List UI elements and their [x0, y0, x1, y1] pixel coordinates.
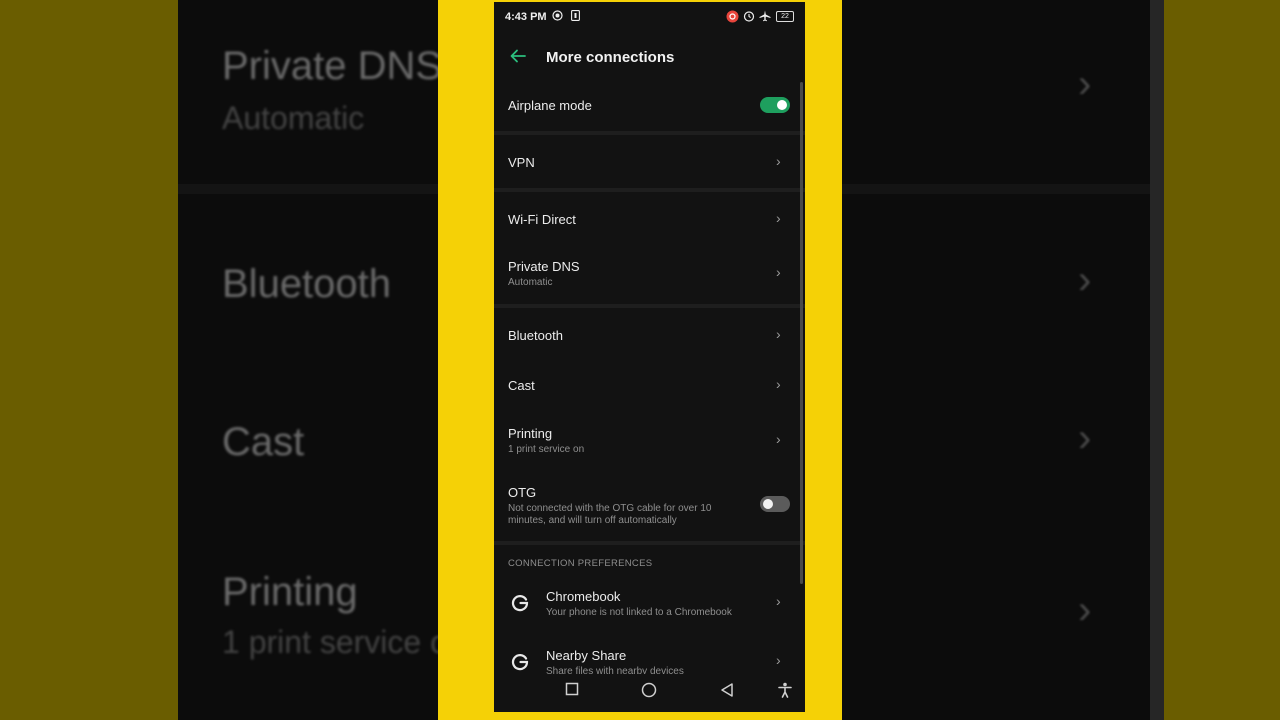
- google-g-icon: [510, 592, 530, 612]
- chevron-right-icon: ›: [776, 652, 781, 668]
- recents-square-icon[interactable]: [565, 682, 579, 701]
- vpn-row[interactable]: VPN ›: [494, 135, 805, 188]
- chevron-right-icon: ›: [776, 210, 781, 226]
- back-arrow-icon[interactable]: [508, 46, 528, 72]
- background-chevron-icon: ›: [1078, 258, 1092, 302]
- airplane-mode-label: Airplane mode: [508, 98, 592, 113]
- airplane-icon: [759, 10, 771, 25]
- chevron-right-icon: ›: [776, 326, 781, 342]
- vpn-label: VPN: [508, 155, 535, 170]
- connection-preferences-header: CONNECTION PREFERENCES: [508, 558, 653, 569]
- scrollbar[interactable]: [800, 82, 803, 584]
- wifi-direct-label: Wi-Fi Direct: [508, 212, 576, 227]
- background-chevron-icon: ›: [1078, 62, 1092, 106]
- wifi-direct-row[interactable]: Wi-Fi Direct ›: [494, 192, 805, 242]
- chevron-right-icon: ›: [776, 593, 781, 609]
- cast-label: Cast: [508, 378, 535, 393]
- phone-screen: 4:43 PM 22 More connections Airplane mod…: [494, 2, 805, 712]
- background-private-dns: Private DNS: [222, 44, 443, 88]
- otg-row[interactable]: OTG Not connected with the OTG cable for…: [494, 470, 805, 540]
- background-printing: Printing: [222, 570, 358, 614]
- cast-row[interactable]: Cast ›: [494, 360, 805, 410]
- chromebook-row[interactable]: Chromebook Your phone is not linked to a…: [494, 577, 805, 629]
- status-bar: 4:43 PM 22: [494, 2, 805, 32]
- recording-indicator-icon: [726, 10, 739, 26]
- nearby-share-label: Nearby Share: [546, 648, 627, 663]
- alarm-icon: [743, 10, 755, 25]
- chevron-right-icon: ›: [776, 153, 781, 169]
- chromebook-label: Chromebook: [546, 589, 621, 604]
- notification-icon: [571, 10, 580, 24]
- home-circle-icon[interactable]: [641, 682, 657, 703]
- private-dns-summary: Automatic: [508, 277, 553, 288]
- bluetooth-label: Bluetooth: [508, 328, 563, 343]
- record-icon: [552, 10, 563, 24]
- google-g-icon: [510, 651, 530, 671]
- private-dns-row[interactable]: Private DNS Automatic ›: [494, 242, 805, 304]
- background-chevron-icon: ›: [1078, 416, 1092, 460]
- toggle-knob: [763, 499, 773, 509]
- bluetooth-row[interactable]: Bluetooth ›: [494, 308, 805, 360]
- accessibility-icon[interactable]: [778, 682, 792, 703]
- background-cast: Cast: [222, 420, 305, 464]
- otg-summary: Not connected with the OTG cable for ove…: [508, 503, 712, 526]
- page-title: More connections: [546, 49, 675, 66]
- background-edge: [1150, 0, 1164, 720]
- section-divider: [494, 541, 805, 545]
- battery-indicator: 22: [776, 11, 794, 22]
- toggle-knob: [777, 100, 787, 110]
- private-dns-label: Private DNS: [508, 259, 580, 274]
- printing-label: Printing: [508, 426, 553, 441]
- airplane-mode-row[interactable]: Airplane mode: [494, 82, 805, 130]
- status-time: 4:43 PM: [505, 11, 547, 23]
- chevron-right-icon: ›: [776, 431, 781, 447]
- otg-label: OTG: [508, 485, 537, 500]
- airplane-mode-toggle[interactable]: [760, 97, 790, 113]
- nearby-share-row[interactable]: Nearby Share Share files with nearby dev…: [494, 636, 805, 676]
- chromebook-summary: Your phone is not linked to a Chromebook: [546, 607, 732, 618]
- chevron-right-icon: ›: [776, 264, 781, 280]
- printing-summary: 1 print service on: [508, 444, 585, 455]
- navigation-bar: [494, 674, 805, 712]
- chevron-right-icon: ›: [776, 376, 781, 392]
- background-bluetooth: Bluetooth: [222, 262, 392, 306]
- background-print-service: 1 print service on: [222, 624, 466, 660]
- otg-toggle[interactable]: [760, 496, 790, 512]
- background-chevron-icon: ›: [1078, 588, 1092, 632]
- background-automatic: Automatic: [222, 100, 365, 136]
- printing-row[interactable]: Printing 1 print service on ›: [494, 410, 805, 470]
- app-bar: More connections: [494, 38, 805, 78]
- back-triangle-icon[interactable]: [720, 682, 734, 703]
